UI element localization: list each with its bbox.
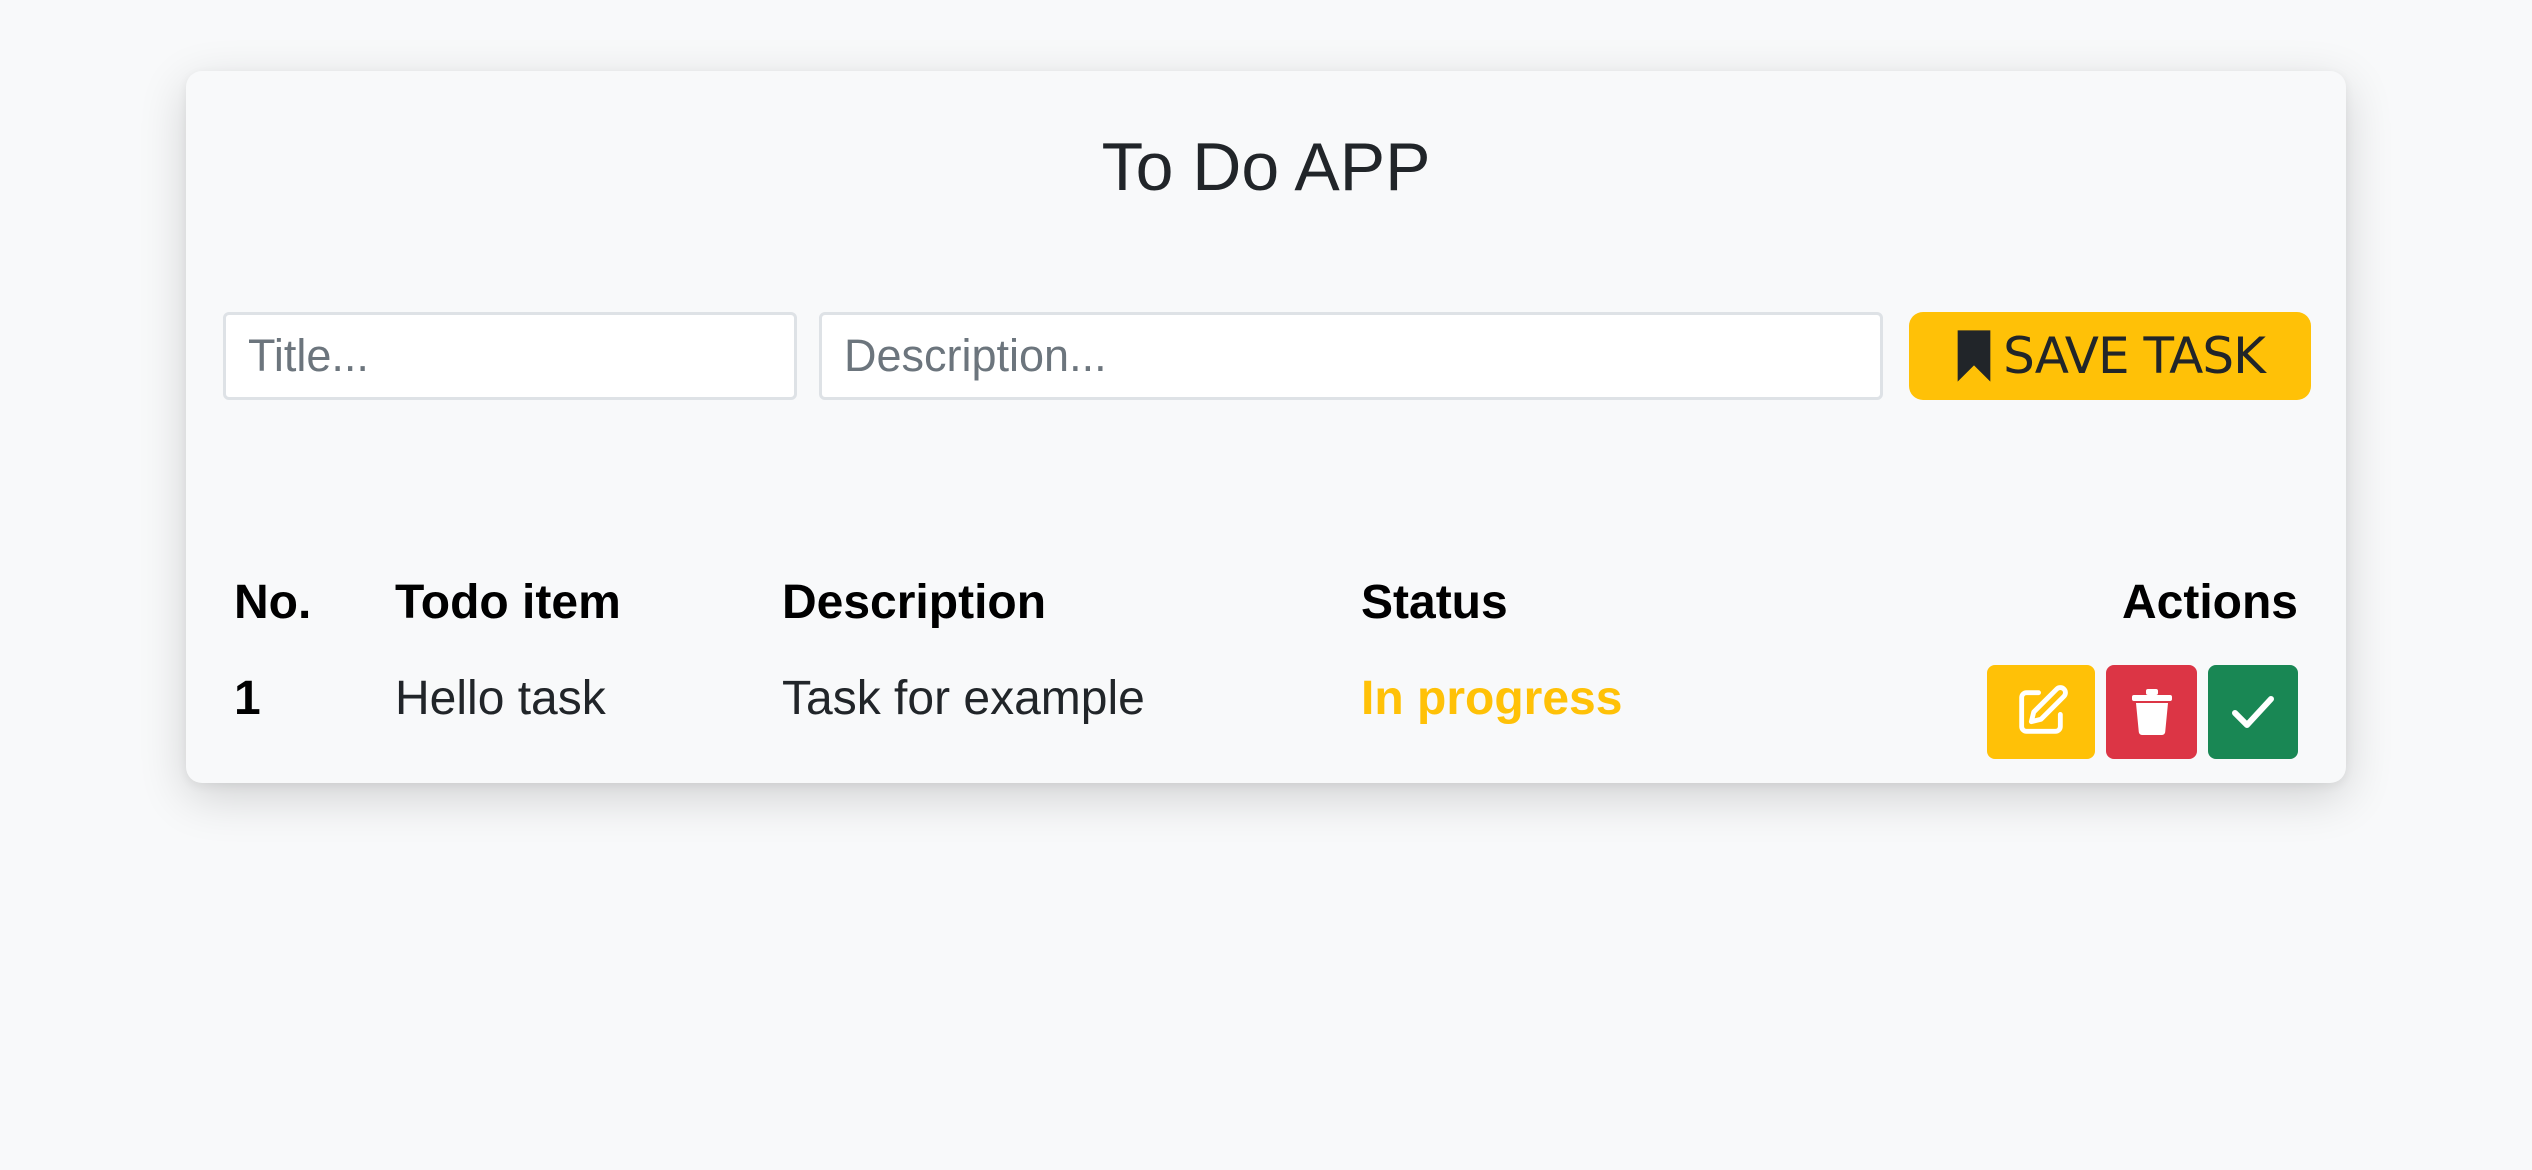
header-status: Status [1361, 576, 1508, 629]
todo-card: To Do APP SAVE TASK No. Todo item Descri… [186, 71, 2346, 783]
title-input[interactable] [223, 312, 797, 400]
row-status-badge: In progress [1361, 672, 1623, 725]
header-todo-item: Todo item [395, 576, 621, 629]
row-number: 1 [234, 672, 261, 725]
check-icon [2231, 695, 2275, 729]
complete-task-button[interactable] [2208, 665, 2298, 759]
pencil-square-icon [2012, 683, 2070, 741]
header-actions: Actions [2121, 576, 2298, 629]
save-task-button[interactable]: SAVE TASK [1909, 312, 2311, 400]
save-task-label: SAVE TASK [2003, 327, 2266, 385]
trash-icon [2131, 689, 2172, 735]
row-todo-item: Hello task [395, 672, 606, 725]
header-description: Description [782, 576, 1047, 629]
app-title: To Do APP [1101, 129, 1431, 205]
edit-task-button[interactable] [1987, 665, 2095, 759]
bookmark-icon [1955, 328, 1993, 384]
delete-task-button[interactable] [2106, 665, 2197, 759]
header-no: No. [234, 576, 312, 629]
description-input[interactable] [819, 312, 1883, 400]
row-description: Task for example [782, 672, 1145, 725]
